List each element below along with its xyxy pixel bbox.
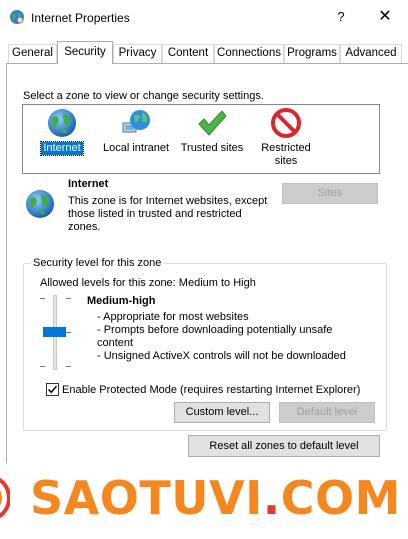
custom-level-button[interactable]: Custom level... <box>174 402 270 423</box>
tab-advanced[interactable]: Advanced <box>340 44 402 63</box>
protected-mode-label: Enable Protected Mode (requires restarti… <box>62 384 361 396</box>
globe-icon <box>26 190 54 218</box>
slider-tick <box>66 332 71 333</box>
slider-tick <box>66 298 71 299</box>
zone-prompt: Select a zone to view or change security… <box>23 90 264 102</box>
prohibited-icon <box>271 108 301 138</box>
brand-logo-icon <box>0 477 10 519</box>
security-level-point: - Unsigned ActiveX controls will not be … <box>97 350 346 362</box>
reset-all-zones-button[interactable]: Reset all zones to default level <box>188 435 380 457</box>
zone-detail-description: This zone is for Internet websites, exce… <box>68 195 268 233</box>
zone-detail-name: Internet <box>68 178 109 190</box>
close-button[interactable]: ✕ <box>372 4 398 30</box>
check-icon <box>47 385 58 394</box>
security-level-group-title: Security level for this zone <box>30 257 165 269</box>
watermark-text: SAOTUVI.COM <box>30 470 401 526</box>
window-title: Internet Properties <box>31 11 130 25</box>
tab-content[interactable]: Content <box>162 44 214 63</box>
zone-restricted-sites[interactable]: Restricted sites <box>255 107 317 168</box>
tab-strip: General Security Privacy Content Connect… <box>8 41 408 64</box>
watermark-tld: COM <box>280 471 401 525</box>
watermark-main: SAOTUVI <box>30 471 263 525</box>
zone-label-restricted-sites: Restricted sites <box>261 142 311 167</box>
zone-label-local-intranet: Local intranet <box>102 142 170 154</box>
slider-tick <box>40 298 45 299</box>
security-level-name: Medium-high <box>87 295 156 307</box>
zone-local-intranet[interactable]: Local intranet <box>100 107 172 155</box>
sites-button[interactable]: Sites <box>282 183 378 204</box>
slider-tick <box>66 366 71 367</box>
tab-privacy[interactable]: Privacy <box>113 44 162 63</box>
slider-tick <box>40 366 45 367</box>
security-level-description: - Appropriate for most websites - Prompt… <box>97 311 357 363</box>
zone-label-trusted-sites: Trusted sites <box>180 142 244 154</box>
help-button[interactable]: ? <box>329 4 353 30</box>
security-level-point: - Prompts before downloading potentially… <box>97 324 333 349</box>
intranet-icon <box>122 110 150 133</box>
default-level-button[interactable]: Default level <box>279 402 375 423</box>
tab-connections[interactable]: Connections <box>214 44 284 63</box>
globe-icon <box>48 109 76 137</box>
tab-programs[interactable]: Programs <box>284 44 340 63</box>
tab-general[interactable]: General <box>8 44 57 63</box>
zone-label-internet: Internet <box>40 141 84 156</box>
zone-internet[interactable]: Internet <box>34 107 90 156</box>
tab-security[interactable]: Security <box>57 41 113 64</box>
zone-trusted-sites[interactable]: Trusted sites <box>176 107 248 155</box>
internet-options-icon <box>10 10 24 24</box>
title-bar: Internet Properties ? ✕ <box>0 0 408 36</box>
checkmark-icon <box>198 110 227 136</box>
protected-mode-checkbox[interactable] <box>46 383 59 396</box>
security-level-point: - Appropriate for most websites <box>97 311 249 323</box>
allowed-levels-text: Allowed levels for this zone: Medium to … <box>40 277 256 289</box>
security-level-slider-thumb[interactable] <box>43 327 66 337</box>
watermark-dot: . <box>262 471 281 525</box>
